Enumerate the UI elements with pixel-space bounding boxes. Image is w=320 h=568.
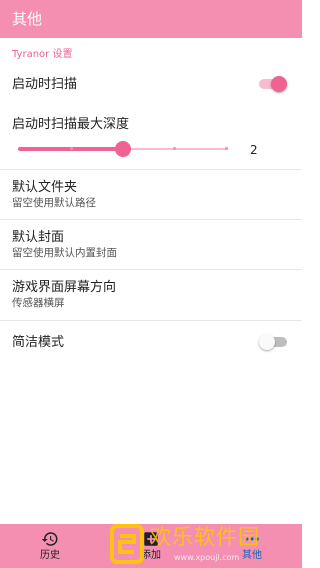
- scan-on-start-label: 启动时扫描: [12, 77, 78, 92]
- history-icon: [41, 532, 58, 546]
- orientation-label: 游戏界面屏幕方向: [12, 280, 117, 295]
- divider: [0, 169, 302, 170]
- scan-depth-value: 2: [250, 143, 258, 157]
- watermark-logo-icon: [110, 524, 144, 564]
- watermark-text: 欢乐软件园: [150, 525, 260, 549]
- simple-mode-label: 简洁模式: [12, 335, 65, 350]
- scan-depth-slider[interactable]: [18, 141, 228, 157]
- default-folder-summary: 留空使用默认路径: [12, 197, 96, 209]
- divider: [0, 219, 302, 220]
- slider-tick: [225, 147, 228, 150]
- section-header: Tyranor 设置: [12, 49, 73, 60]
- scan-on-start-switch[interactable]: [259, 74, 287, 94]
- scan-depth-label: 启动时扫描最大深度: [12, 117, 130, 132]
- slider-tick: [70, 147, 73, 150]
- slider-tick: [173, 147, 176, 150]
- nav-history-label: 历史: [40, 550, 60, 561]
- page-title: 其他: [12, 10, 43, 28]
- watermark-url: www.xpoujl.com: [174, 553, 240, 562]
- default-folder-label: 默认文件夹: [12, 180, 78, 195]
- switch-thumb: [271, 76, 287, 92]
- app-bar: 其他: [0, 0, 302, 38]
- divider: [0, 269, 302, 270]
- watermark: 欢乐软件园 www.xpoujl.com: [108, 522, 300, 568]
- default-cover-summary: 留空使用默认内置封面: [12, 247, 117, 259]
- switch-thumb: [259, 334, 275, 350]
- slider-knob[interactable]: [115, 141, 131, 157]
- divider: [0, 320, 302, 321]
- default-cover-label: 默认封面: [12, 230, 65, 245]
- simple-mode-switch[interactable]: [259, 332, 287, 352]
- orientation-summary: 传感器横屏: [12, 297, 65, 309]
- nav-history[interactable]: 历史: [20, 524, 80, 568]
